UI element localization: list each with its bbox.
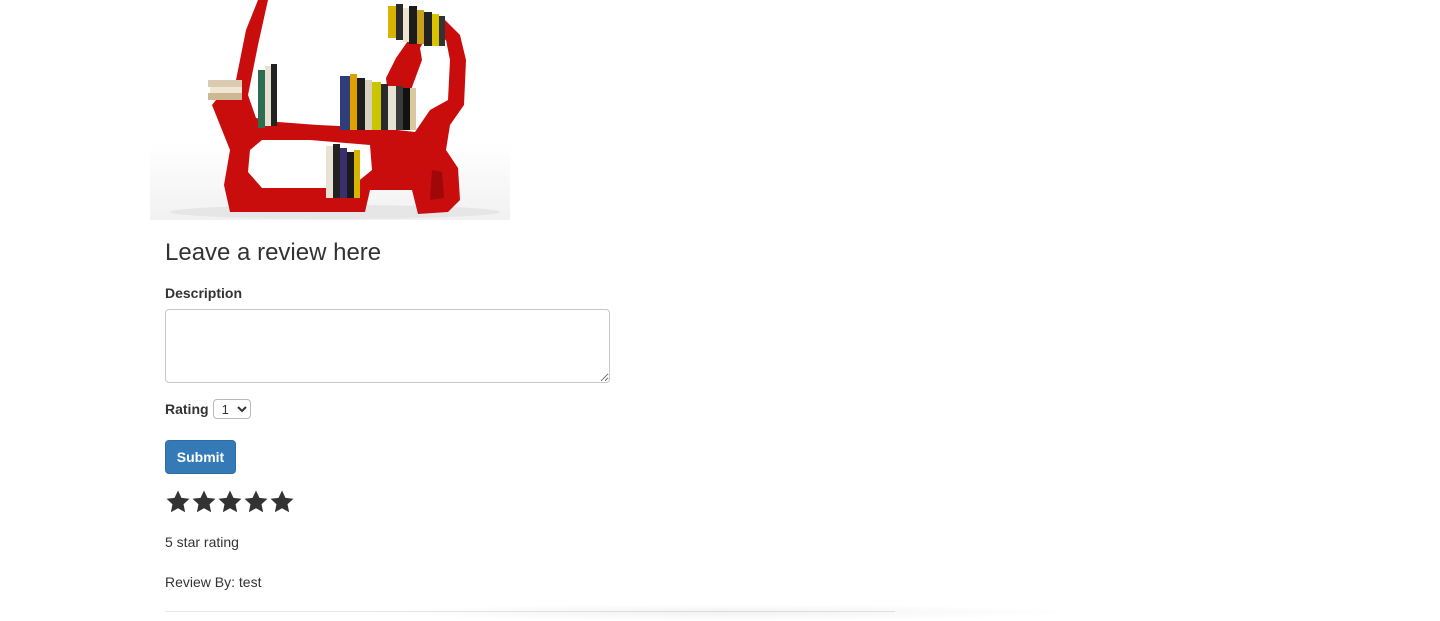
review-heading: Leave a review here	[165, 239, 382, 266]
review-section: Leave a review here Description Rating 1…	[165, 236, 895, 612]
star-icon	[166, 489, 190, 512]
review-author-text: Review By: test	[165, 574, 262, 590]
rating-row: Rating 1	[165, 398, 895, 420]
bookshelf-illustration	[170, 0, 500, 219]
star-rating	[165, 486, 895, 516]
product-image	[150, 0, 510, 220]
review-rating-text: 5 star rating	[165, 534, 239, 550]
description-label: Description	[165, 285, 243, 301]
star-icon	[218, 489, 242, 512]
description-textarea[interactable]	[165, 309, 610, 383]
rating-select[interactable]: 1	[212, 399, 251, 419]
star-icon	[192, 489, 216, 512]
star-icon	[244, 489, 268, 512]
star-icon	[270, 489, 294, 512]
page: Leave a review here Description Rating 1…	[0, 0, 1440, 621]
rating-label: Rating	[165, 401, 209, 417]
bottom-shadow	[360, 604, 1080, 621]
submit-button[interactable]: Submit	[165, 440, 236, 474]
